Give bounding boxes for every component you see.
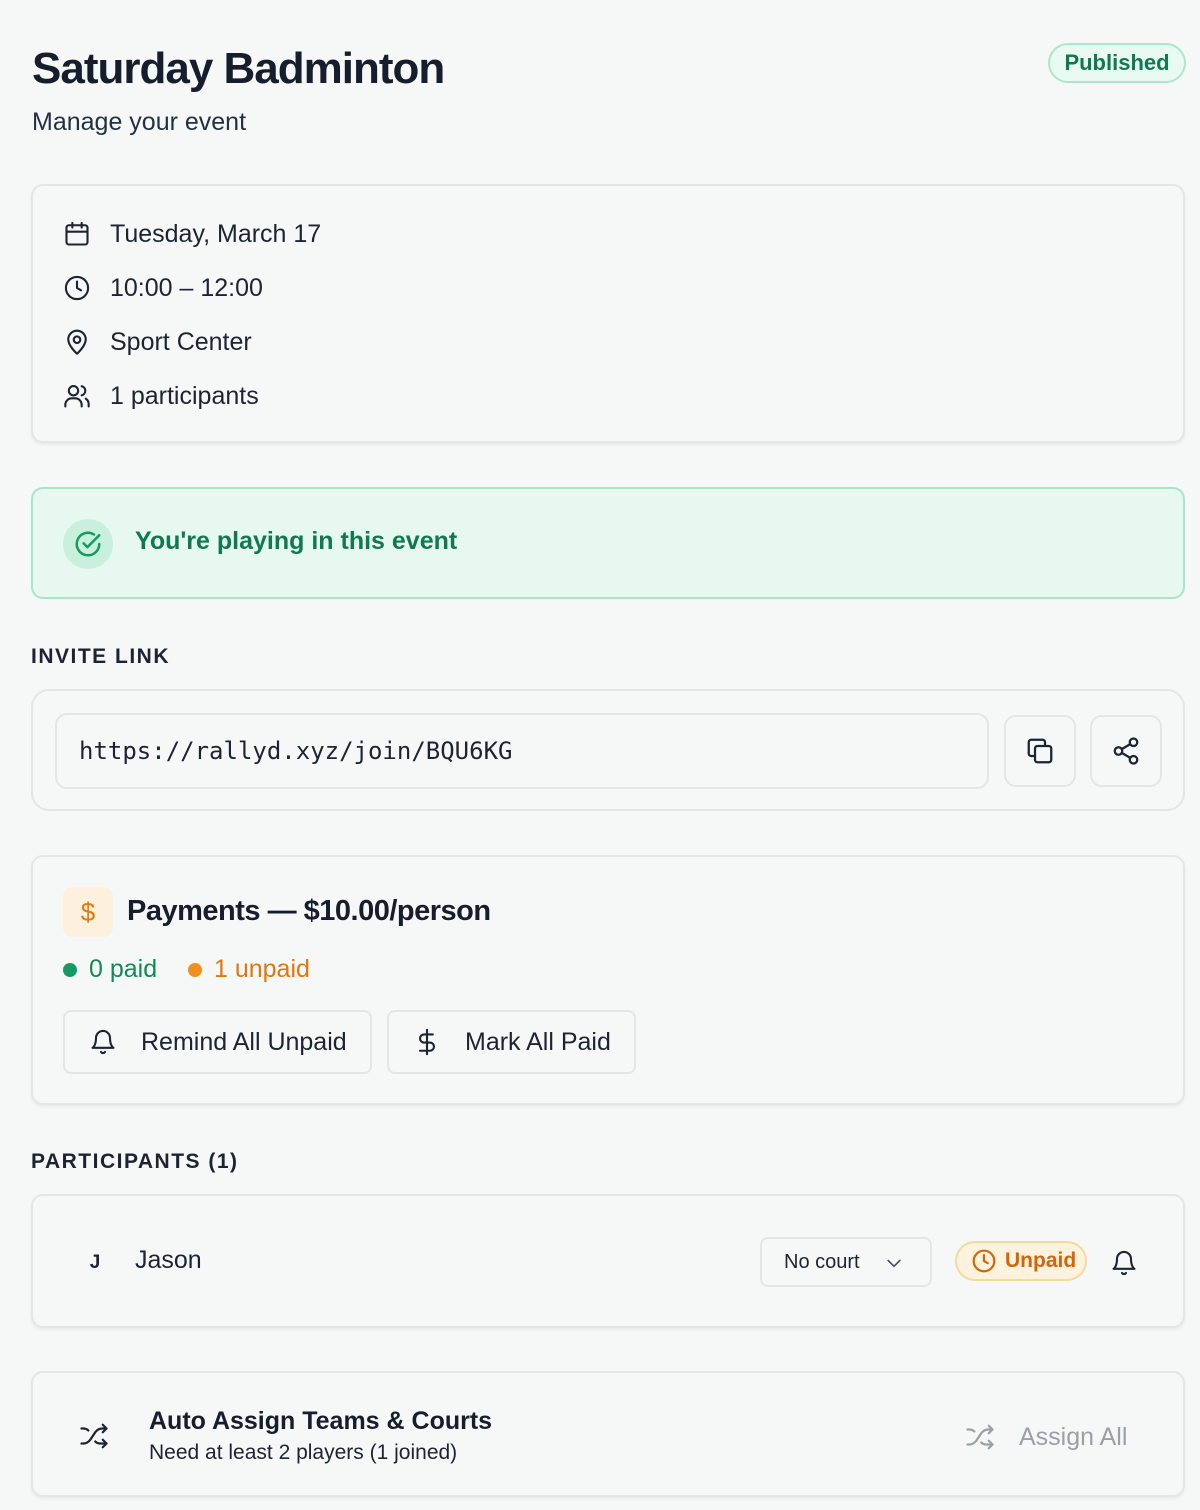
copy-link-button[interactable]	[1004, 715, 1076, 787]
banner-text: You're playing in this event	[135, 527, 458, 555]
share-link-button[interactable]	[1090, 715, 1162, 787]
remind-participant-button[interactable]	[1107, 1246, 1141, 1280]
bell-icon	[1112, 1250, 1136, 1276]
paid-dot	[63, 962, 77, 977]
map-pin-icon	[67, 329, 87, 355]
invite-link-label: INVITE LINK	[31, 645, 171, 668]
participant-name: Jason	[135, 1246, 202, 1274]
playing-banner: You're playing in this event	[31, 487, 1185, 599]
clock-icon	[972, 1249, 996, 1273]
auto-assign-card: Auto Assign Teams & Courts Need at least…	[31, 1371, 1185, 1497]
detail-time: 10:00 – 12:00	[63, 271, 263, 305]
invite-link-card: https://rallyd.xyz/join/BQU6KG	[31, 689, 1185, 811]
assign-all-button[interactable]: Assign All	[965, 1417, 1127, 1457]
share-icon	[1113, 737, 1139, 765]
shuffle-icon	[80, 1423, 108, 1449]
shuffle-icon	[966, 1424, 994, 1450]
payment-status-badge[interactable]: Unpaid	[955, 1241, 1087, 1281]
unpaid-text: 1 unpaid	[214, 955, 310, 983]
bell-icon	[91, 1029, 115, 1055]
invite-link-field[interactable]: https://rallyd.xyz/join/BQU6KG	[55, 713, 989, 789]
court-select-value: No court	[784, 1250, 860, 1273]
users-icon	[64, 385, 90, 408]
paid-count: 0 paid	[63, 955, 157, 984]
event-location: Sport Center	[110, 327, 252, 356]
page-subtitle: Manage your event	[32, 108, 247, 136]
remind-all-unpaid-label: Remind All Unpaid	[141, 1027, 347, 1056]
mark-all-paid-button[interactable]: Mark All Paid	[387, 1010, 636, 1074]
detail-location: Sport Center	[63, 325, 252, 359]
paid-text: 0 paid	[89, 955, 158, 983]
payments-card: $ Payments — $10.00/person 0 paid 1 unpa…	[31, 855, 1185, 1105]
remind-all-unpaid-button[interactable]: Remind All Unpaid	[63, 1010, 372, 1074]
event-time: 10:00 – 12:00	[110, 273, 263, 302]
participants-label: PARTICIPANTS (1)	[31, 1150, 239, 1173]
page-title: Saturday Badminton	[32, 44, 445, 93]
check-circle-badge	[63, 519, 113, 569]
payment-status-text: Unpaid	[1005, 1249, 1077, 1272]
check-circle-icon	[75, 531, 101, 557]
payments-title: Payments — $10.00/person	[127, 895, 491, 927]
status-badge: Published	[1048, 43, 1186, 83]
unpaid-dot	[188, 962, 202, 977]
auto-assign-title: Auto Assign Teams & Courts	[149, 1407, 493, 1435]
participants-card: J Jason No court Unpaid	[31, 1194, 1185, 1328]
calendar-icon	[65, 221, 89, 246]
event-details-card: Tuesday, March 17 10:00 – 12:00 Sport Ce…	[31, 184, 1185, 443]
assign-all-label: Assign All	[1019, 1422, 1128, 1451]
event-manage-page: Saturday Badminton Manage your event Pub…	[0, 0, 1200, 1510]
auto-assign-subtitle: Need at least 2 players (1 joined)	[149, 1441, 458, 1464]
clock-icon	[64, 275, 90, 301]
dollar-icon: $	[63, 887, 113, 937]
avatar: J	[89, 1252, 101, 1273]
event-date: Tuesday, March 17	[110, 219, 322, 248]
court-select[interactable]: No court	[760, 1237, 932, 1287]
unpaid-count: 1 unpaid	[188, 955, 310, 984]
detail-date: Tuesday, March 17	[63, 217, 321, 251]
copy-icon	[1027, 738, 1053, 764]
mark-all-paid-label: Mark All Paid	[465, 1027, 611, 1056]
dollar-sign-icon	[418, 1028, 436, 1056]
chevron-down-icon	[887, 1259, 901, 1268]
detail-participants: 1 participants	[63, 379, 259, 413]
participant-count: 1 participants	[110, 381, 259, 410]
